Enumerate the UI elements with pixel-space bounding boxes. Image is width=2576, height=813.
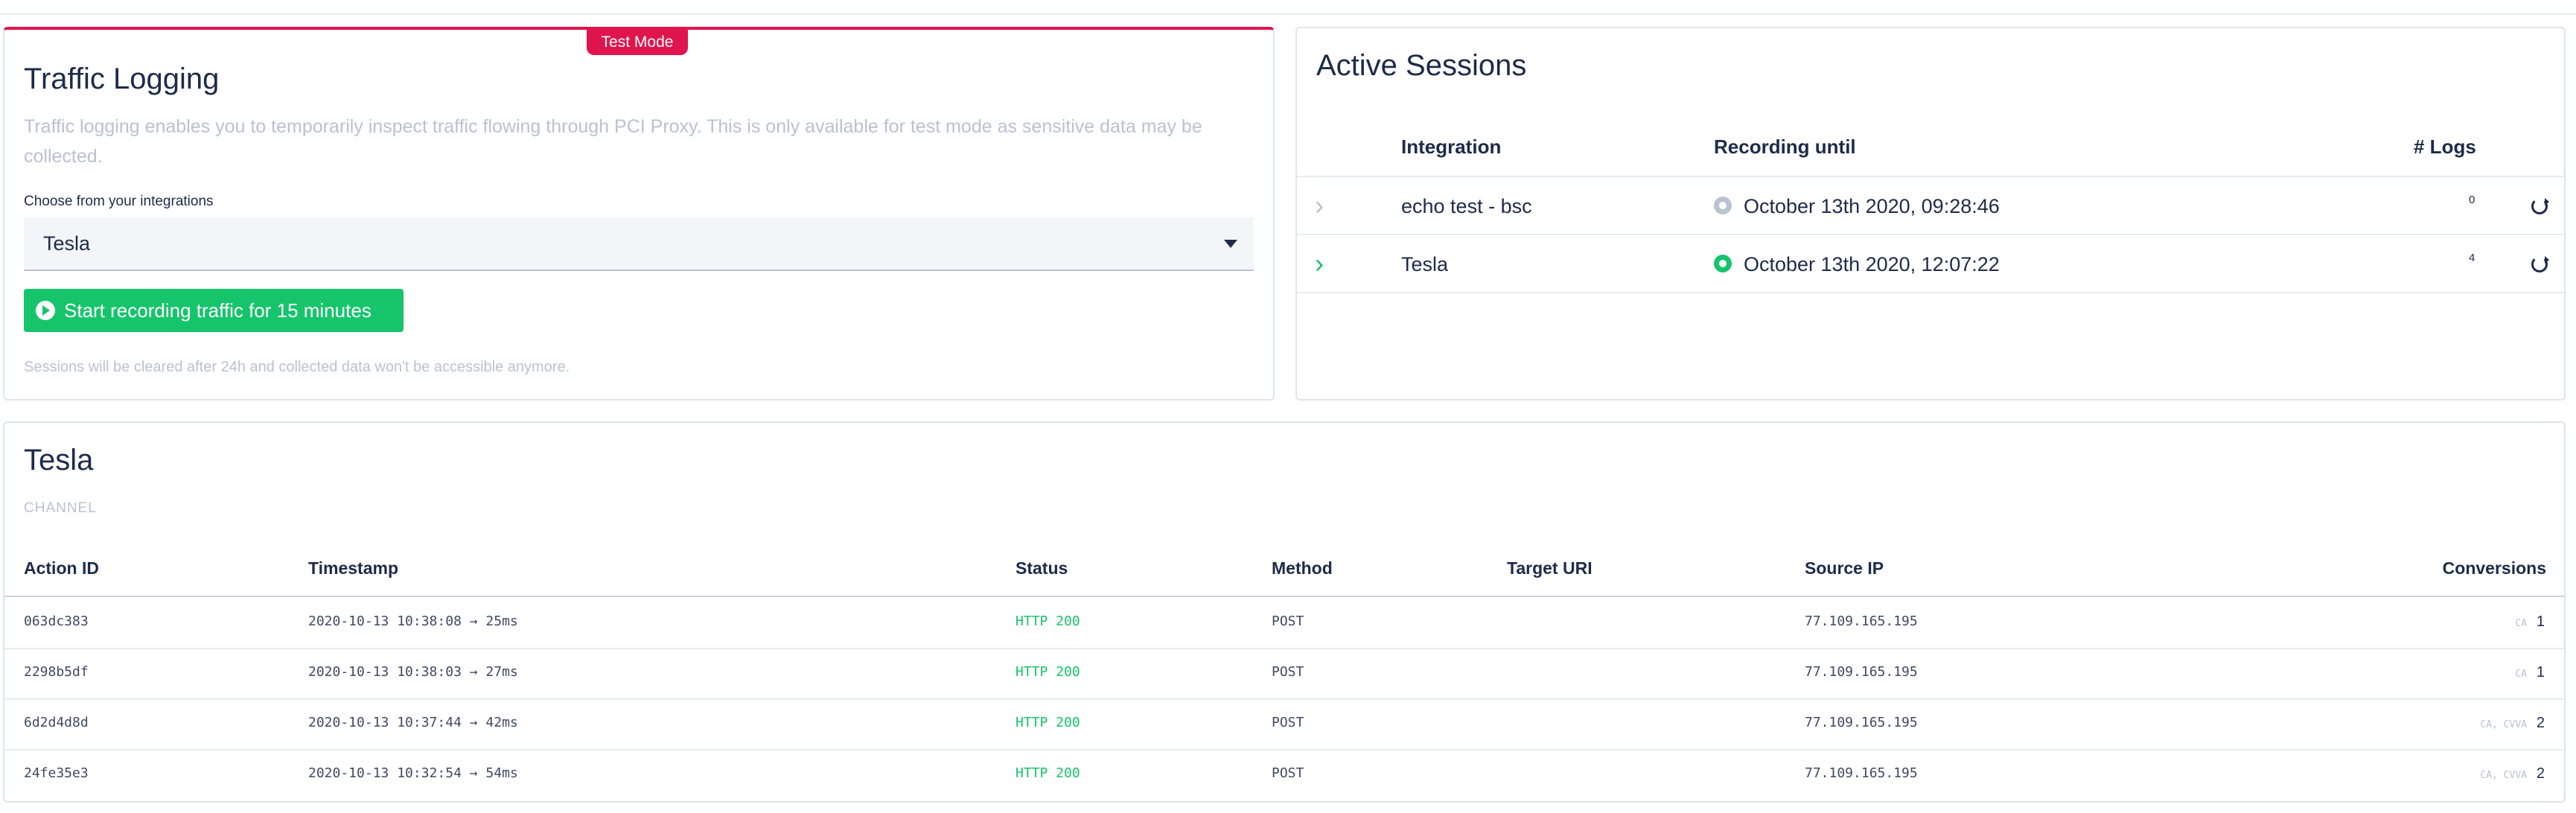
session-recording-until: October 13th 2020, 12:07:22 <box>1744 253 2000 275</box>
test-mode-badge: Test Mode <box>587 30 688 55</box>
action-id-cell: 063dc383 <box>24 613 89 629</box>
session-log-count: 4 <box>2469 252 2475 264</box>
source-ip-column-header[interactable]: Source IP <box>1805 558 1884 578</box>
status-column-header[interactable]: Status <box>1016 558 1068 578</box>
status-cell: HTTP 200 <box>1016 664 1080 680</box>
conversion-count: 2 <box>2536 715 2545 731</box>
method-cell: POST <box>1272 613 1304 629</box>
conversion-types: CA, CVVA <box>2480 719 2527 730</box>
top-divider <box>0 13 2576 15</box>
action-id-cell: 6d2d4d8d <box>24 715 89 730</box>
integration-column-header: Integration <box>1401 136 1502 158</box>
logs-column-header: # Logs <box>2414 136 2476 158</box>
timestamp-column-header[interactable]: Timestamp <box>308 558 398 578</box>
conversion-count: 1 <box>2536 613 2545 630</box>
session-integration: echo test - bsc <box>1401 195 1532 217</box>
start-recording-button[interactable]: Start recording traffic for 15 minutes <box>24 289 404 332</box>
sessions-retention-note: Sessions will be cleared after 24h and c… <box>24 359 570 375</box>
method-cell: POST <box>1272 715 1304 730</box>
session-row-divider <box>1297 234 2564 235</box>
source-ip-cell: 77.109.165.195 <box>1805 715 1918 730</box>
play-circle-icon <box>36 301 55 320</box>
action-id-column-header[interactable]: Action ID <box>24 558 99 578</box>
session-row-divider <box>1297 292 2564 293</box>
source-ip-cell: 77.109.165.195 <box>1805 765 1918 781</box>
status-cell: HTTP 200 <box>1016 715 1080 730</box>
action-id-cell: 2298b5df <box>24 664 89 680</box>
table-row-divider <box>4 648 2564 649</box>
timestamp-cell: 2020-10-13 10:38:03 → 27ms <box>308 664 518 680</box>
recording-until-column-header: Recording until <box>1714 136 1856 158</box>
timestamp-cell: 2020-10-13 10:32:54 → 54ms <box>308 765 518 781</box>
status-dot-icon <box>1714 197 1732 214</box>
conversions-column-header[interactable]: Conversions <box>2443 558 2546 578</box>
integration-select-label: Choose from your integrations <box>24 194 214 209</box>
refresh-icon[interactable] <box>2531 256 2549 272</box>
start-recording-label: Start recording traffic for 15 minutes <box>64 299 372 322</box>
session-integration: Tesla <box>1401 253 1449 275</box>
action-id-cell: 24fe35e3 <box>24 765 89 781</box>
table-title: Tesla <box>24 444 94 476</box>
status-cell: HTTP 200 <box>1016 613 1080 629</box>
refresh-icon[interactable] <box>2531 198 2549 214</box>
traffic-logging-title: Traffic Logging <box>24 63 220 95</box>
source-ip-cell: 77.109.165.195 <box>1805 613 1918 629</box>
conversion-types: CA <box>2515 618 2527 629</box>
table-row-divider <box>4 698 2564 700</box>
conversion-types: CA <box>2515 669 2527 680</box>
integration-select[interactable]: Tesla <box>24 217 1254 271</box>
conversion-count: 1 <box>2536 664 2545 680</box>
caret-down-icon <box>1224 240 1237 248</box>
status-cell: HTTP 200 <box>1016 765 1080 781</box>
status-dot-icon <box>1714 255 1732 272</box>
traffic-table-card <box>3 421 2566 803</box>
active-sessions-title: Active Sessions <box>1316 49 1527 82</box>
table-header-divider <box>4 596 2564 597</box>
chevron-right-icon[interactable]: › <box>1315 250 1324 277</box>
target-uri-column-header[interactable]: Target URI <box>1507 558 1593 578</box>
timestamp-cell: 2020-10-13 10:38:08 → 25ms <box>308 613 518 629</box>
timestamp-cell: 2020-10-13 10:37:44 → 42ms <box>308 715 518 730</box>
method-column-header[interactable]: Method <box>1272 558 1333 578</box>
sessions-header-divider <box>1297 176 2564 177</box>
table-row-divider <box>4 749 2564 750</box>
method-cell: POST <box>1272 664 1304 680</box>
conversion-count: 2 <box>2536 765 2545 782</box>
traffic-logging-description: Traffic logging enables you to temporari… <box>24 116 1202 167</box>
session-log-count: 0 <box>2469 194 2475 206</box>
source-ip-cell: 77.109.165.195 <box>1805 664 1918 680</box>
session-recording-until: October 13th 2020, 09:28:46 <box>1744 195 2000 217</box>
chevron-right-icon[interactable]: › <box>1315 192 1324 219</box>
integration-select-value: Tesla <box>43 232 91 255</box>
method-cell: POST <box>1272 765 1304 781</box>
conversion-types: CA, CVVA <box>2480 770 2527 781</box>
table-subtitle: CHANNEL <box>24 500 97 516</box>
